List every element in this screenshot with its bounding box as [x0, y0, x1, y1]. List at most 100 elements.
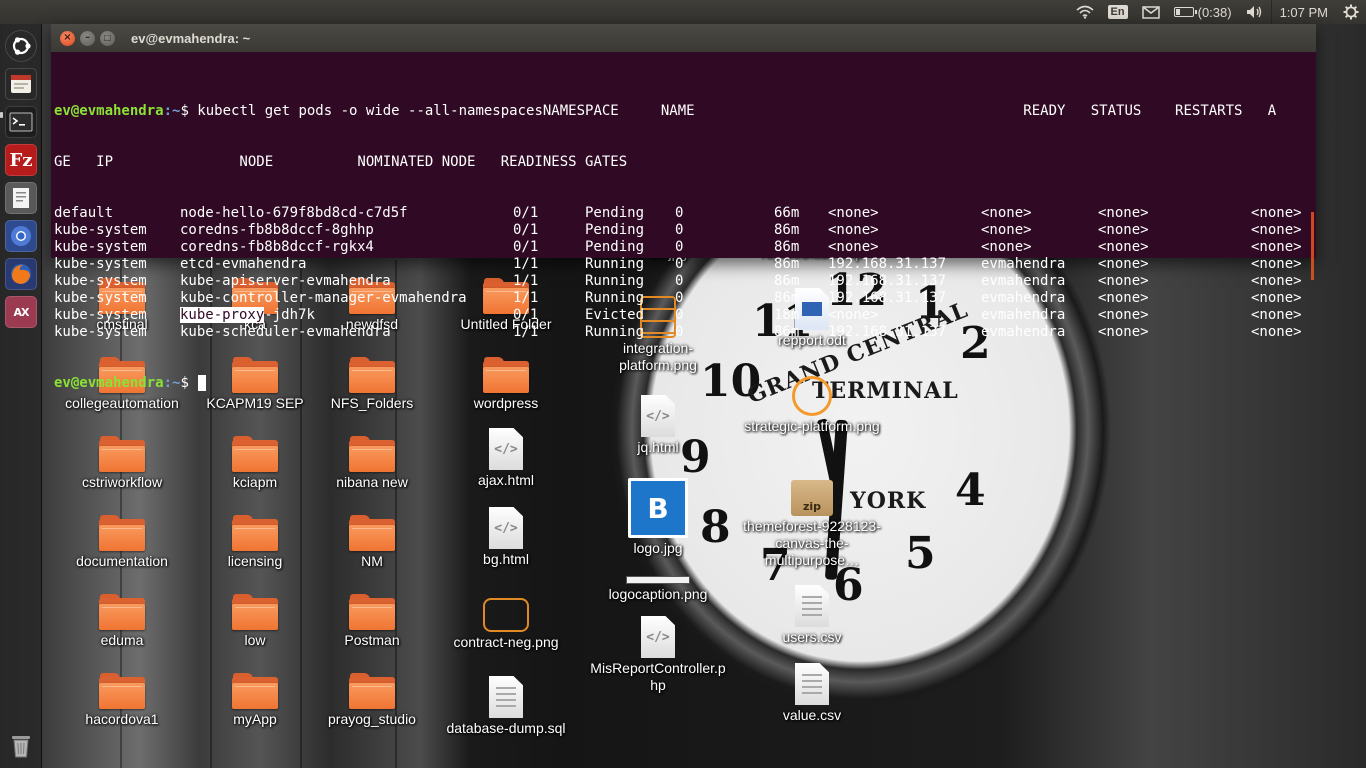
desktop-icon[interactable]: prayog_studio: [307, 673, 437, 728]
launcher-text-editor[interactable]: [5, 182, 37, 214]
desktop-icon-label: documentation: [76, 553, 168, 569]
desktop-icon[interactable]: database-dump.sql: [441, 676, 571, 737]
pod-nominated-node: <none>: [1098, 256, 1149, 272]
files-icon: [11, 75, 31, 93]
sound-indicator[interactable]: [1239, 0, 1271, 24]
keyboard-layout-label: En: [1107, 5, 1128, 19]
pod-status: Pending: [585, 205, 645, 221]
pod-readiness-gates: <none>: [1251, 290, 1302, 306]
folder-icon: [349, 673, 395, 709]
keyboard-layout-indicator[interactable]: En: [1101, 0, 1135, 24]
desktop-icon[interactable]: Blogo.jpg: [593, 478, 723, 557]
close-icon: ×: [63, 32, 72, 43]
launcher-files[interactable]: [5, 68, 37, 100]
desktop-icon[interactable]: Postman: [307, 594, 437, 649]
desktop-icon[interactable]: zip themeforest-9228123-canvas-the-multip…: [743, 480, 881, 569]
pod-restarts: 0: [675, 222, 684, 238]
table-header-line-2-text: GE IP NODE NOMINATED NODE READINESS GATE…: [54, 154, 628, 170]
pod-table: default node-hello-679f8bd8cd-c7d5f 0/1 Pen…: [54, 205, 1312, 341]
pod-age: 86m: [774, 273, 800, 289]
pod-row: kube-system coredns-fb8b8dccf-rgkx4 0/1 Pen…: [54, 239, 1312, 256]
pod-status: Pending: [585, 239, 645, 255]
prompt-user: ev@evmahendra: [54, 103, 164, 119]
desktop-icon-label: NM: [361, 553, 383, 569]
desktop-icon[interactable]: </> bg.html: [441, 507, 571, 568]
desktop-icon[interactable]: licensing: [190, 515, 320, 570]
desktop-icon-label: eduma: [100, 632, 144, 648]
launcher-terminal[interactable]: [5, 106, 37, 138]
pod-nominated-node: <none>: [1098, 239, 1149, 255]
desktop-icon-label: jq.html: [637, 439, 679, 455]
pod-ip: <none>: [828, 222, 879, 238]
desktop-icon[interactable]: logocaption.png: [593, 574, 723, 603]
launcher-chromium[interactable]: [5, 220, 37, 252]
desktop-icon-label: logo.jpg: [633, 540, 683, 556]
desktop-icon[interactable]: cstriworkflow: [57, 436, 187, 491]
desktop-icon-label: database-dump.sql: [446, 720, 566, 736]
desktop-icon[interactable]: hacordova1: [57, 673, 187, 728]
folder-icon: [99, 515, 145, 551]
pod-ready: 1/1: [513, 273, 539, 289]
command-line: ev@evmahendra:~ $ kubectl get pods -o wid…: [54, 103, 1312, 120]
desktop-icon[interactable]: nibana new: [307, 436, 437, 491]
pod-node: evmahendra: [981, 273, 1066, 289]
pod-ip: 192.168.31.137: [828, 290, 947, 306]
close-button[interactable]: ×: [60, 30, 75, 46]
prompt-user: ev@evmahendra: [54, 375, 164, 391]
pod-readiness-gates: <none>: [1251, 256, 1302, 272]
launcher-filezilla[interactable]: Fz: [5, 144, 37, 176]
terminal-output[interactable]: ev@evmahendra:~ $ kubectl get pods -o wid…: [54, 69, 1312, 426]
gear-icon: [1343, 4, 1359, 20]
maximize-button[interactable]: □: [100, 30, 115, 46]
pod-ip: <none>: [828, 307, 879, 323]
wifi-indicator[interactable]: [1069, 0, 1101, 24]
pod-restarts: 0: [675, 307, 684, 323]
pod-node: evmahendra: [981, 290, 1066, 306]
launcher-firefox[interactable]: [5, 258, 37, 290]
desktop-icon[interactable]: </> MisReportController.php: [590, 616, 726, 694]
image-file-icon: [483, 598, 529, 632]
pod-row: kube-system kube-apiserver-evmahendra 1/1 R…: [54, 273, 1312, 290]
pod-nominated-node: <none>: [1098, 205, 1149, 221]
pod-restarts: 0: [675, 290, 684, 306]
desktop-icon[interactable]: eduma: [57, 594, 187, 649]
clock-numeral: 5: [905, 528, 936, 579]
desktop-icon[interactable]: low: [190, 594, 320, 649]
session-indicator[interactable]: [1336, 0, 1366, 24]
pod-name: kube-scheduler-evmahendra: [180, 324, 391, 340]
battery-indicator[interactable]: (0:38): [1167, 0, 1239, 24]
terminal-titlebar[interactable]: × – □ ev@evmahendra: ~: [51, 24, 1316, 52]
pod-readiness-gates: <none>: [1251, 222, 1302, 238]
messaging-indicator[interactable]: [1135, 0, 1167, 24]
desktop-icon[interactable]: NM: [307, 515, 437, 570]
clock-indicator[interactable]: 1:07 PM: [1270, 0, 1336, 24]
minimize-button[interactable]: –: [80, 30, 95, 46]
desktop-icon[interactable]: value.csv: [747, 663, 877, 724]
desktop-icon-label: contract-neg.png: [453, 634, 559, 650]
desktop-icon-label: themeforest-9228123-canvas-the-multipurp…: [743, 518, 881, 568]
terminal-scrollbar[interactable]: [1311, 212, 1314, 280]
desktop-icon[interactable]: documentation: [57, 515, 187, 570]
desktop-icon[interactable]: </> ajax.html: [441, 428, 571, 489]
pod-age: 86m: [774, 290, 800, 306]
pod-row: kube-system kube-scheduler-evmahendra 1/1 R…: [54, 324, 1312, 341]
desktop-icon[interactable]: users.csv: [747, 585, 877, 646]
pod-restarts: 0: [675, 205, 684, 221]
pod-nominated-node: <none>: [1098, 222, 1149, 238]
pod-row: kube-system etcd-evmahendra 1/1 Running 0 86m…: [54, 256, 1312, 273]
archive-icon: zip: [791, 480, 833, 516]
terminal-window[interactable]: × – □ ev@evmahendra: ~ ev@evmahendra:~ $ …: [51, 24, 1316, 391]
battery-time-remaining: (0:38): [1197, 4, 1232, 20]
pod-namespace: kube-system: [54, 290, 147, 306]
terminal-icon: [9, 112, 33, 132]
desktop-icon-label: nibana new: [336, 474, 408, 490]
desktop-icon[interactable]: kciapm: [190, 436, 320, 491]
desktop-icon-label: prayog_studio: [328, 711, 416, 727]
desktop-icon[interactable]: myApp: [190, 673, 320, 728]
launcher-dash-home[interactable]: [5, 30, 37, 62]
pod-ready: 0/1: [513, 239, 539, 255]
pod-ready: 0/1: [513, 222, 539, 238]
launcher-trash[interactable]: [5, 730, 37, 762]
desktop-icon[interactable]: contract-neg.png: [441, 598, 571, 651]
launcher-impress[interactable]: AX: [5, 296, 37, 328]
